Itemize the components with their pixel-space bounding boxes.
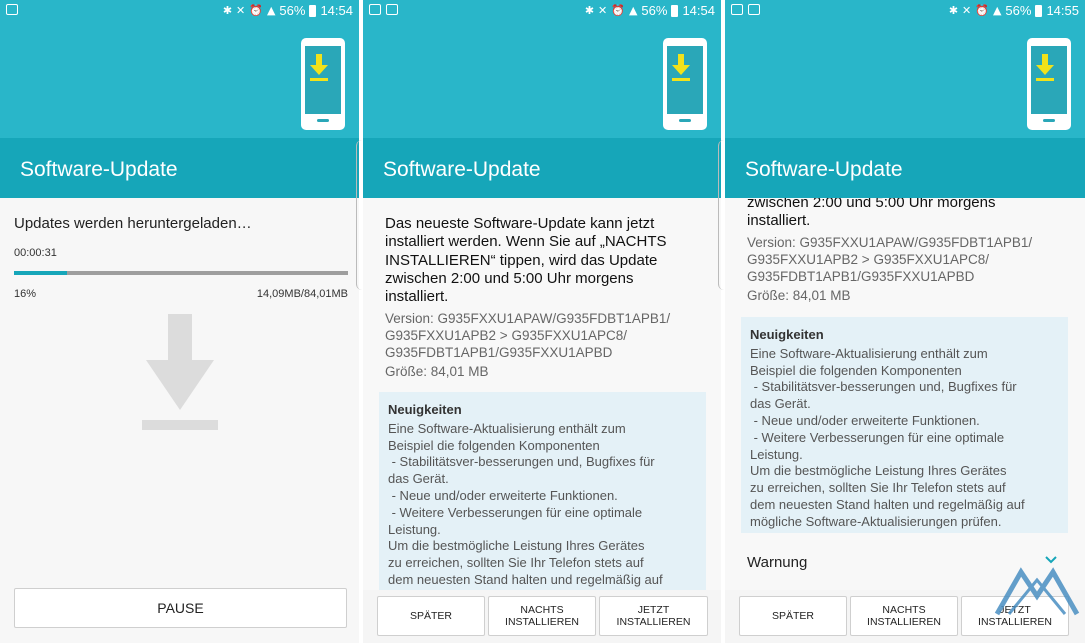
mute-icon: ✕ bbox=[236, 4, 246, 17]
title-bar: Software-Update bbox=[0, 138, 359, 198]
elapsed-time: 00:00:31 bbox=[14, 247, 57, 259]
alarm-icon: ⏰ bbox=[249, 4, 263, 17]
intro-text: zwischen 2:00 und 5:00 Uhr morgens insta… bbox=[747, 198, 996, 230]
install-now-button[interactable]: JETZT INSTALLIEREN bbox=[599, 596, 708, 636]
details-content[interactable]: Das neueste Software-Update kann jetzt i… bbox=[363, 198, 721, 590]
hero-banner bbox=[0, 22, 359, 138]
watermark-logo bbox=[994, 567, 1080, 616]
signal-icon: ▲ bbox=[992, 4, 1002, 17]
image-icon bbox=[748, 4, 760, 15]
progress-percent: 16% bbox=[14, 288, 37, 300]
later-button[interactable]: SPÄTER bbox=[377, 596, 485, 636]
notification-icon bbox=[731, 4, 743, 15]
battery-percent: 56% bbox=[279, 3, 306, 18]
news-title: Neuigkeiten bbox=[388, 402, 462, 417]
intro-text: Das neueste Software-Update kann jetzt i… bbox=[385, 215, 667, 306]
title-bar: Software-Update bbox=[363, 138, 721, 198]
battery-icon bbox=[1035, 4, 1043, 17]
notification-icon bbox=[369, 4, 381, 15]
bluetooth-icon: ✱ bbox=[948, 4, 959, 17]
signal-icon: ▲ bbox=[266, 4, 276, 17]
status-bar: ✱ ✕ ⏰ ▲ 56% 14:54 bbox=[0, 0, 359, 22]
download-size: 14,09MB/84,01MB bbox=[256, 288, 348, 300]
warning-header[interactable]: Warnung bbox=[747, 554, 807, 571]
page-title: Software-Update bbox=[745, 158, 903, 181]
download-progress-bar bbox=[14, 271, 348, 275]
status-bar: ✱ ✕ ⏰ ▲ 56% 14:55 bbox=[725, 0, 1085, 22]
page-title: Software-Update bbox=[20, 158, 178, 181]
notification-icon bbox=[6, 4, 18, 15]
phone-update-icon bbox=[301, 38, 345, 130]
download-icon bbox=[142, 314, 218, 430]
download-content: Updates werden heruntergeladen… 00:00:31… bbox=[0, 198, 359, 643]
download-screen: ✱ ✕ ⏰ ▲ 56% 14:54 Software-Update Update… bbox=[0, 0, 359, 643]
install-at-night-button[interactable]: NACHTS INSTALLIEREN bbox=[850, 596, 958, 636]
title-bar: Software-Update bbox=[725, 138, 1085, 198]
phone-update-icon bbox=[663, 38, 707, 130]
update-details-screen: ✱ ✕ ⏰ ▲ 56% 14:54 Software-Update Das ne… bbox=[363, 0, 721, 643]
alarm-icon: ⏰ bbox=[975, 4, 989, 17]
update-size: Größe: 84,01 MB bbox=[385, 364, 489, 379]
signal-icon: ▲ bbox=[628, 4, 638, 17]
battery-percent: 56% bbox=[1005, 3, 1032, 18]
version-info: Version: G935FXXU1APAW/G935FDBT1APB1/ G9… bbox=[747, 235, 1033, 284]
update-details-scrolled-screen: ✱ ✕ ⏰ ▲ 56% 14:55 Software-Update zwisch… bbox=[725, 0, 1085, 643]
hero-banner bbox=[725, 22, 1085, 138]
battery-percent: 56% bbox=[641, 3, 668, 18]
clock: 14:54 bbox=[682, 3, 715, 18]
alarm-icon: ⏰ bbox=[611, 4, 625, 17]
image-icon bbox=[386, 4, 398, 15]
download-status: Updates werden heruntergeladen… bbox=[14, 215, 252, 232]
install-at-night-button[interactable]: NACHTS INSTALLIEREN bbox=[488, 596, 596, 636]
version-info: Version: G935FXXU1APAW/G935FDBT1APB1/ G9… bbox=[385, 311, 671, 360]
mute-icon: ✕ bbox=[598, 4, 608, 17]
screen-edge bbox=[718, 140, 724, 290]
button-bar: SPÄTER NACHTS INSTALLIEREN JETZT INSTALL… bbox=[363, 590, 721, 643]
mute-icon: ✕ bbox=[962, 4, 972, 17]
screen-edge bbox=[356, 140, 362, 290]
later-button[interactable]: SPÄTER bbox=[739, 596, 847, 636]
phone-update-icon bbox=[1027, 38, 1071, 130]
clock: 14:54 bbox=[320, 3, 353, 18]
status-bar: ✱ ✕ ⏰ ▲ 56% 14:54 bbox=[363, 0, 721, 22]
battery-icon bbox=[671, 4, 679, 17]
progress-fill bbox=[14, 271, 68, 275]
update-size: Größe: 84,01 MB bbox=[747, 288, 851, 303]
news-title: Neuigkeiten bbox=[750, 327, 824, 342]
bluetooth-icon: ✱ bbox=[222, 4, 233, 17]
bluetooth-icon: ✱ bbox=[584, 4, 595, 17]
pause-button[interactable]: PAUSE bbox=[14, 588, 347, 628]
clock: 14:55 bbox=[1046, 3, 1079, 18]
hero-banner bbox=[363, 22, 721, 138]
details-content[interactable]: zwischen 2:00 und 5:00 Uhr morgens insta… bbox=[725, 198, 1085, 590]
news-box: Neuigkeiten Eine Software-Aktualisierung… bbox=[741, 317, 1068, 533]
battery-icon bbox=[309, 4, 317, 17]
page-title: Software-Update bbox=[383, 158, 541, 181]
news-box: Neuigkeiten Eine Software-Aktualisierung… bbox=[379, 392, 706, 590]
